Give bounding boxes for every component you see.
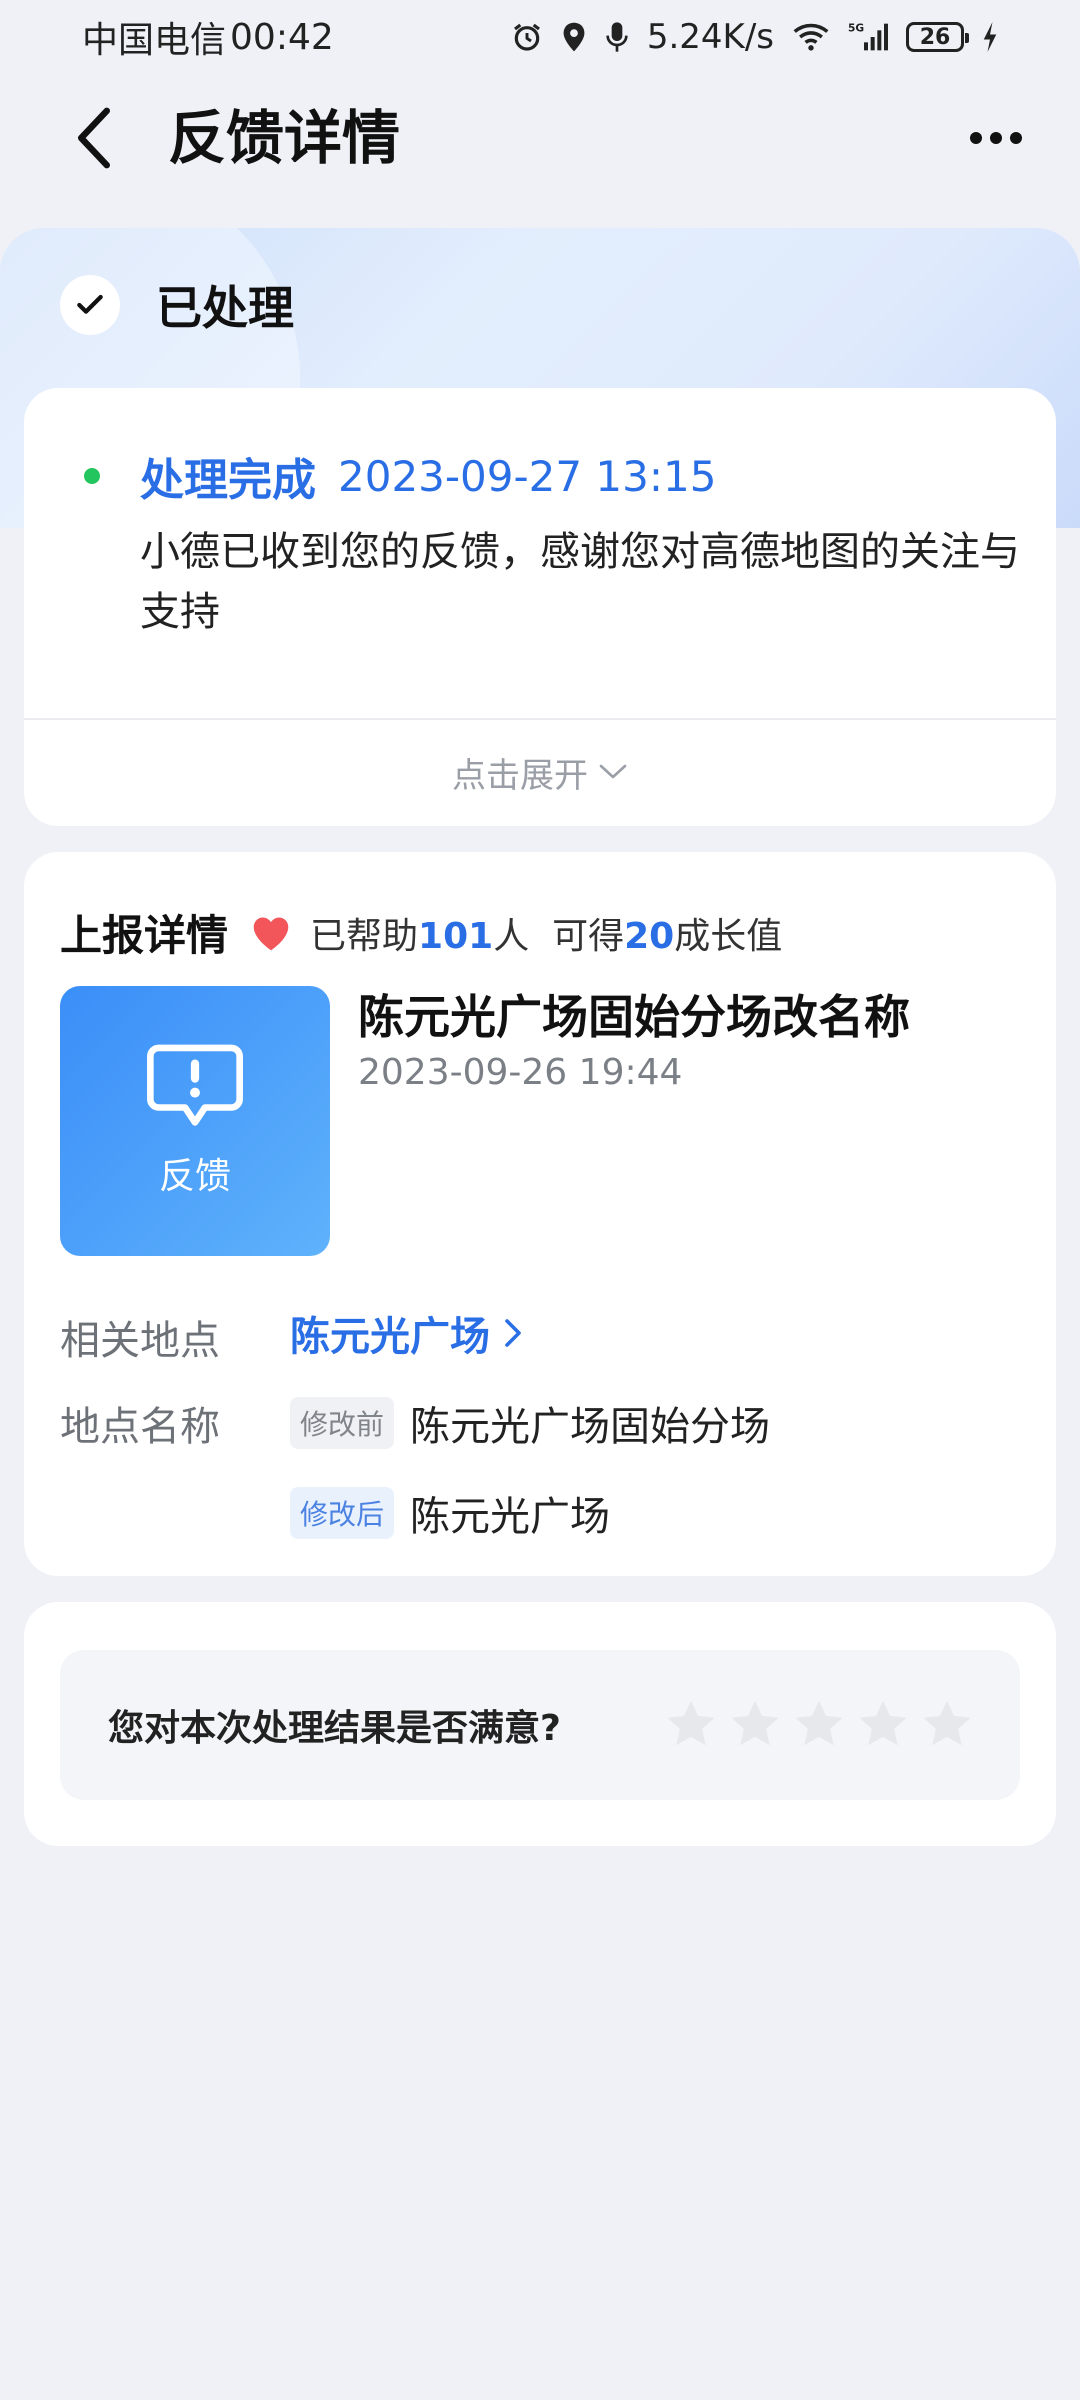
location-icon [561,21,587,53]
feedback-thumbnail[interactable]: 反馈 [60,986,330,1256]
growth-suffix: 成长值 [674,915,783,957]
alarm-icon [511,21,543,53]
rating-question: 您对本次处理结果是否满意? [108,1708,561,1749]
place-name-before: 修改前 陈元光广场固始分场 [290,1394,770,1452]
chevron-right-icon [505,1319,521,1347]
star-icon[interactable] [918,1696,976,1754]
progress-card: 处理完成 2023-09-27 13:15 小德已收到您的反馈，感谢您对高德地图… [24,388,1056,826]
heart-icon [250,914,292,952]
before-tag: 修改前 [290,1397,395,1449]
star-icon[interactable] [854,1696,912,1754]
rating-box: 您对本次处理结果是否满意? [60,1650,1020,1800]
star-rating[interactable] [662,1696,976,1754]
status-dot-icon [84,468,100,484]
app-header: 反馈详情 [0,90,1080,186]
status-bar: 中国电信 00:42 5.24K/s 5G 26 [0,0,1080,74]
before-value: 陈元光广场固始分场 [410,1404,771,1450]
after-tag: 修改后 [290,1487,395,1539]
net-speed: 5.24K/s [646,17,774,57]
growth-prefix: 可得 [552,915,625,957]
more-dot-icon [970,132,982,144]
battery-indicator: 26 [906,22,969,52]
related-place-link[interactable]: 陈元光广场 [290,1304,522,1362]
check-icon [60,275,120,335]
progress-header: 处理完成 2023-09-27 13:15 [84,444,716,508]
related-place-value: 陈元光广场 [290,1314,490,1360]
expand-button[interactable]: 点击展开 [24,718,1056,826]
status-time: 00:42 [230,16,334,58]
status-left: 中国电信 00:42 [82,11,334,63]
more-dot-icon [990,132,1002,144]
progress-time: 2023-09-27 13:15 [338,451,717,501]
helped-count: 101 [418,915,494,957]
carrier-name: 中国电信 [82,20,227,61]
report-title: 上报详情 [60,911,229,960]
chevron-left-icon [78,107,110,169]
rating-card: 您对本次处理结果是否满意? [24,1602,1056,1846]
more-dot-icon [1010,132,1022,144]
more-options-button[interactable] [964,108,1028,168]
wifi-icon [792,22,830,52]
status-label: 已处理 [156,281,294,335]
star-icon[interactable] [662,1696,720,1754]
helped-stat: 已帮助101人 可得20成长值 [310,907,782,959]
helped-suffix: 人 [493,915,530,957]
report-item-date: 2023-09-26 19:44 [358,1052,683,1093]
place-name-label: 地点名称 [60,1404,220,1450]
svg-text:5G: 5G [848,22,864,35]
place-name-after: 修改后 陈元光广场 [290,1484,610,1542]
related-place-label: 相关地点 [60,1318,220,1364]
page-title: 反馈详情 [168,104,401,172]
microphone-icon [605,21,629,53]
signal-icon: 5G [848,22,888,52]
after-value: 陈元光广场 [410,1494,611,1540]
charging-icon [982,22,998,52]
feedback-alert-icon [147,1044,243,1126]
thumbnail-label: 反馈 [158,1156,231,1197]
helped-prefix: 已帮助 [310,915,419,957]
progress-label: 处理完成 [140,455,316,506]
back-button[interactable] [60,104,128,172]
processed-status: 已处理 [60,272,294,338]
status-right: 5.24K/s 5G 26 [511,17,998,57]
chevron-down-icon [599,764,627,779]
report-header: 上报详情 已帮助101人 可得20成长值 [60,902,782,963]
star-icon[interactable] [726,1696,784,1754]
star-icon[interactable] [790,1696,848,1754]
report-item-name: 陈元光广场固始分场改名称 [358,990,910,1044]
expand-label: 点击展开 [452,755,588,796]
growth-value: 20 [624,915,675,957]
progress-message: 小德已收到您的反馈，感谢您对高德地图的关注与支持 [140,529,1020,635]
report-card: 上报详情 已帮助101人 可得20成长值 反馈 陈元光广场固始分场改名称 202… [24,852,1056,1576]
